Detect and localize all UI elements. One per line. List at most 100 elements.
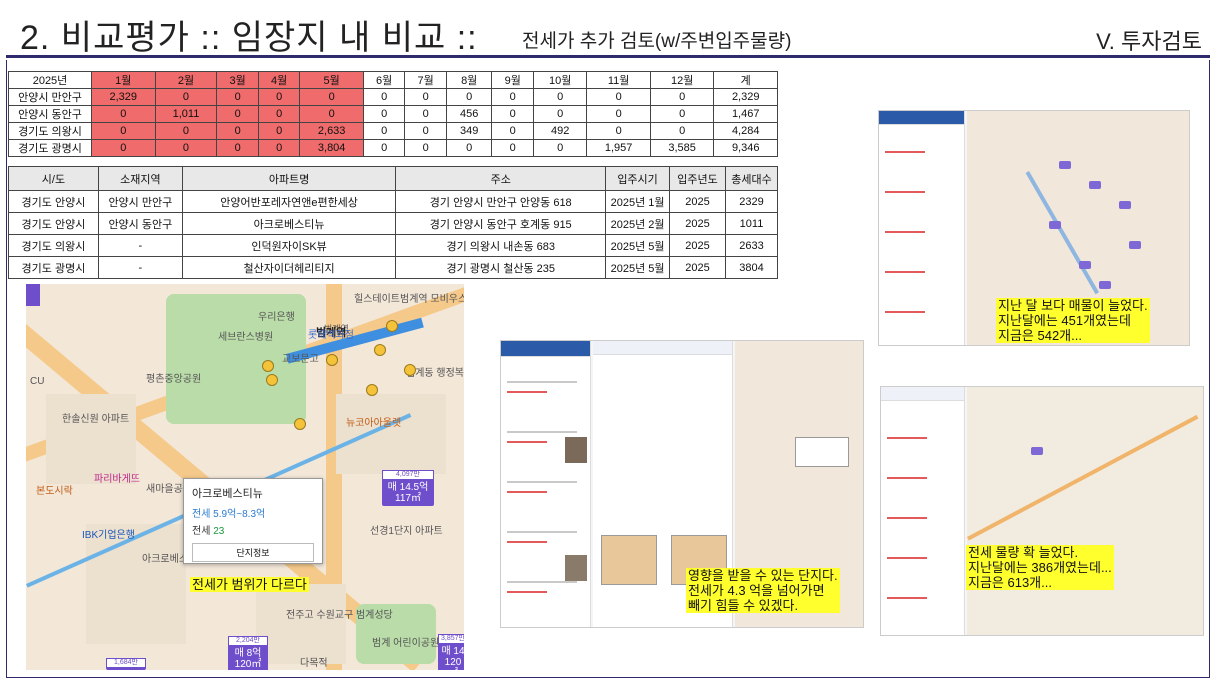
map-label: 선경1단지 아파트 (370, 526, 443, 537)
supply-row: 경기도 의왕시 0 0 0 0 2,633 0 0 349 0 492 0 0 4,284 (8, 122, 778, 140)
supply-cell: 0 (586, 88, 651, 106)
supply-cell: 0 (491, 105, 534, 123)
listing-thumbnail (565, 437, 587, 463)
price-line (507, 541, 547, 543)
supply-cell: 3,585 (649, 139, 715, 157)
apartment-cell: 안양시 만안구 (97, 190, 183, 213)
region-cell: 안양시 만안구 (8, 88, 92, 106)
map-label: IBK기업은행 (82, 530, 135, 541)
apartment-table-header: 시/도 소재지역 아파트명 주소 입주시기 입주년도 총세대수 (8, 166, 779, 191)
price-tag-value: 매 8억 (234, 647, 262, 659)
complex-popup[interactable]: 아크로베스티뉴 전세 5.9억~8.3억 전세 23 단지정보 (183, 478, 323, 564)
map-label: 평촌중앙공원 (146, 374, 202, 385)
complex-info-button[interactable]: 단지정보 (192, 543, 314, 562)
supply-cell: 0 (532, 105, 588, 123)
price-line (885, 191, 925, 193)
price-tag[interactable]: 2,204만 매 8억 120㎡ (228, 636, 268, 670)
supply-cell: 0 (91, 105, 156, 123)
apartment-cell: 경기도 의왕시 (8, 234, 99, 257)
popup-count: 전세 23 (192, 526, 225, 537)
popup-price-range: 전세 5.9억~8.3억 (192, 509, 266, 520)
col-header: 입주년도 (669, 166, 726, 191)
price-line (885, 231, 925, 233)
price-line (885, 151, 925, 153)
text-line (507, 481, 577, 483)
supply-cell: 0 (532, 139, 588, 157)
note-line: 지난 달 보다 매물이 늘었다. (998, 298, 1148, 313)
map-corner-marker (26, 284, 40, 306)
listing-marker (1089, 181, 1101, 189)
apartment-cell: 경기도 안양시 (8, 212, 99, 235)
supply-cell: 0 (216, 139, 259, 157)
supply-cell: 0 (362, 122, 406, 140)
price-line (507, 391, 547, 393)
price-tag[interactable]: 1,684만 (106, 658, 146, 670)
month-header: 3월 (216, 71, 259, 89)
supply-cell: 0 (216, 88, 259, 106)
supply-cell: 0 (445, 139, 493, 157)
map-label: 범계 어린이공원 (372, 638, 440, 649)
note-line: 지금은 613개... (968, 575, 1052, 590)
supply-cell: 0 (257, 139, 301, 157)
total-cell: 1,467 (713, 105, 778, 123)
map-label: 한솔신원 아파트 (62, 414, 130, 425)
supply-cell: 0 (154, 122, 218, 140)
supply-cell: 492 (532, 122, 588, 140)
apartment-cell: 2025년 1월 (605, 190, 671, 213)
price-line (507, 441, 547, 443)
supply-cell: 0 (404, 88, 447, 106)
month-header: 5월 (299, 71, 364, 89)
map-label: 뉴코아아울렛 (346, 418, 402, 429)
month-header: 7월 (404, 71, 447, 89)
supply-cell: 0 (649, 88, 715, 106)
supply-cell: 0 (154, 88, 218, 106)
price-tag-value: 매 14 (441, 645, 464, 657)
note-line: 지금은 542개... (998, 328, 1082, 343)
exit-marker (326, 354, 338, 366)
price-tag[interactable]: 4,097만 매 14.5억 117㎡ (382, 470, 434, 506)
note-line: 전세 물량 확 늘었다. (968, 545, 1079, 560)
exit-marker (294, 418, 306, 430)
month-header: 9월 (491, 71, 534, 89)
price-tag[interactable]: 3,857만 매 14 120㎡ (438, 634, 464, 670)
supply-cell: 0 (586, 122, 651, 140)
slide-header: 2. 비교평가 :: 임장지 내 비교 :: 전세가 추가 검토(w/주변입주물… (6, 4, 1210, 58)
map-label: 다목적 (300, 658, 328, 669)
supply-cell: 2,633 (299, 122, 364, 140)
panel-topbar (881, 387, 964, 401)
apartment-cell: 안양어반포레자연앤e편한세상 (181, 190, 397, 213)
supply-cell: 0 (532, 88, 588, 106)
apartment-cell: 아크로베스티뉴 (181, 212, 397, 235)
text-line (507, 581, 577, 583)
map-screenshot: 범계역 범계역 롯데백화점 평촌중앙공원 교보문고 뉴코아아울렛 힐스테이트범계… (26, 284, 464, 670)
supply-row: 안양시 동안구 0 1,011 0 0 0 0 0 456 0 0 0 0 1,467 (8, 105, 778, 123)
listing-marker (1049, 221, 1061, 229)
section-label: V. 투자검토 (1096, 29, 1202, 54)
price-tag-value: 매 14.5억 (387, 481, 429, 493)
apartment-cell: 철산자이더헤리티지 (181, 256, 397, 279)
price-tag-sub: 117㎡ (395, 492, 421, 504)
price-tag-top: 4,097만 (382, 470, 434, 480)
listing-marker (1119, 201, 1131, 209)
price-line (507, 591, 547, 593)
listing-marker (1059, 161, 1071, 169)
popup-complex-name: 아크로베스티뉴 (192, 488, 263, 500)
listing-thumbnail (565, 555, 587, 581)
supply-cell: 0 (154, 139, 218, 157)
listing-marker (1129, 241, 1141, 249)
supply-cell: 0 (362, 105, 406, 123)
apartment-cell: 경기 안양시 동안구 호계동 915 (395, 212, 607, 235)
price-tag-sub: 120㎡ (444, 656, 462, 670)
price-line (887, 437, 927, 439)
apartment-row: 경기도 의왕시 - 인덕원자이SK뷰 경기 의왕시 내손동 683 2025년 5월 20… (8, 234, 779, 257)
exit-marker (366, 384, 378, 396)
supply-row: 안양시 만안구 2,329 0 0 0 0 0 0 0 0 0 0 0 2,329 (8, 88, 778, 106)
month-header: 1월 (91, 71, 156, 89)
region-cell: 안양시 동안구 (8, 105, 92, 123)
listing-marker (1079, 261, 1091, 269)
col-header: 주소 (395, 166, 607, 191)
supply-cell: 456 (445, 105, 493, 123)
total-cell: 2,329 (713, 88, 778, 106)
listing-marker (1099, 281, 1111, 289)
floorplan-image (601, 535, 657, 585)
